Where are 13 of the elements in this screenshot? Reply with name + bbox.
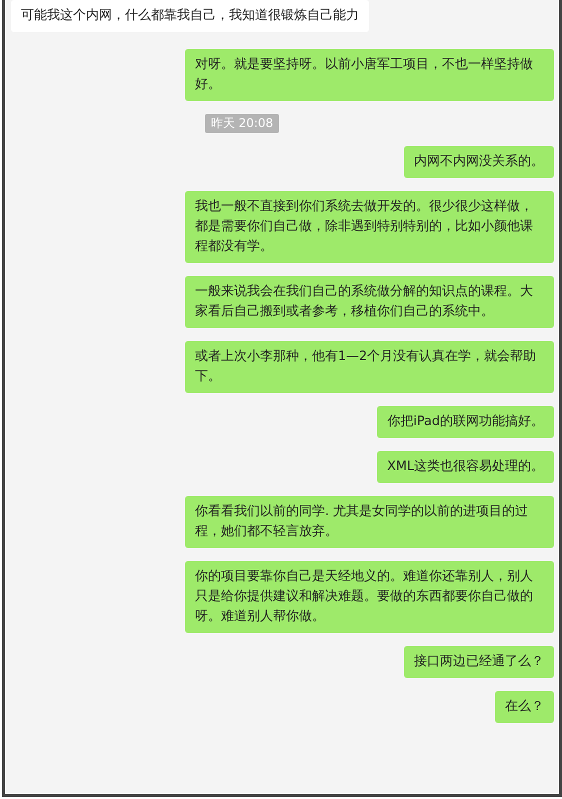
- message-bubble: 在么？: [495, 691, 554, 723]
- message-bubble: 你的项目要靠你自己是天经地义的。难道你还靠别人，别人只是给你提供建议和解决难题。要做的东西都要你自己做的呀。难道别人帮你做。: [185, 561, 554, 633]
- message-bubble: XML这类也很容易处理的。: [377, 451, 554, 483]
- message-bubble: 或者上次小李那种，他有1—2个月没有认真在学，就会帮助下。: [185, 341, 554, 393]
- message-bubble: 对呀。就是要坚持呀。以前小唐军工项目，不也一样坚持做好。: [185, 49, 554, 101]
- message-bubble: 你把iPad的联网功能搞好。: [377, 406, 554, 438]
- message-bubble: 你看看我们以前的同学. 尤其是女同学的以前的进项目的过程，她们都不轻言放弃。: [185, 496, 554, 548]
- message-bubble: 我也一般不直接到你们系统去做开发的。很少很少这样做，都是需要你们自己做，除非遇到特别特别的，比如小颜他课程都没有学。: [185, 191, 554, 263]
- timestamp: 昨天 20:08: [204, 114, 280, 133]
- message-bubble: 可能我这个内网，什么都靠我自己，我知道很锻炼自己能力: [11, 0, 369, 32]
- message-bubble: 接口两边已经通了么？: [404, 646, 554, 678]
- message-bubble: 内网不内网没关系的。: [404, 146, 554, 178]
- message-bubble: 一般来说我会在我们自己的系统做分解的知识点的课程。大家看后自己搬到或者参考，移植你们自己的系统中。: [185, 276, 554, 328]
